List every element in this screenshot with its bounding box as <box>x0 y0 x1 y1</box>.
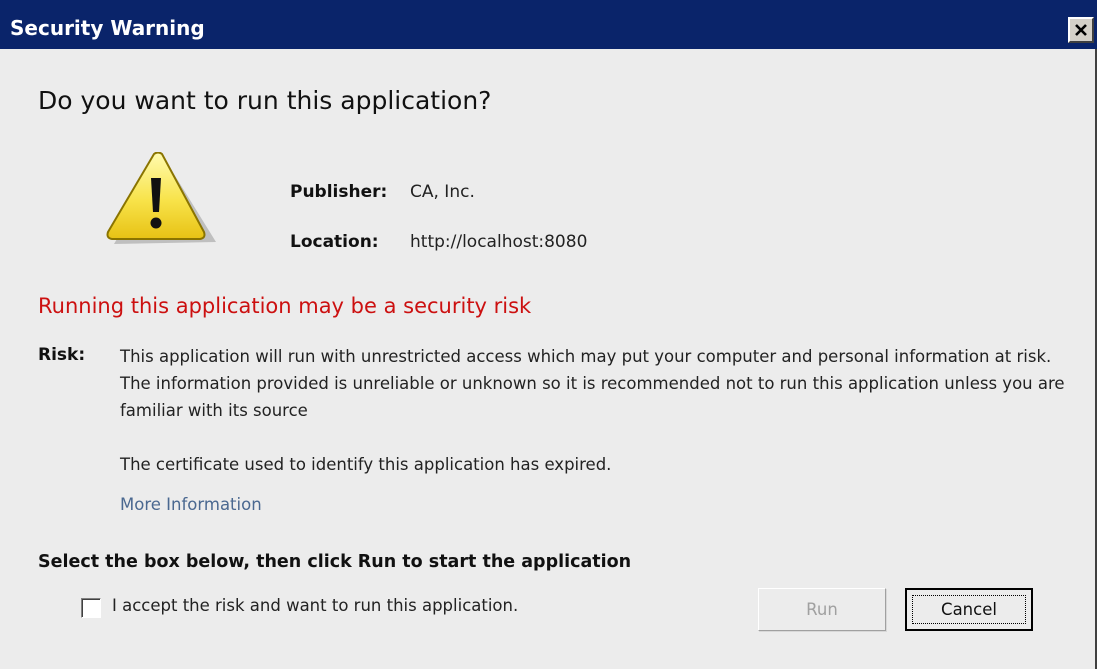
focus-rectangle <box>912 595 1026 624</box>
risk-description: This application will run with unrestric… <box>120 347 1065 420</box>
security-warning-dialog: Security Warning Do you want to run this… <box>0 0 1097 669</box>
dialog-heading: Do you want to run this application? <box>38 86 492 115</box>
instruction-text: Select the box below, then click Run to … <box>38 552 632 572</box>
run-button-label: Run <box>806 600 838 619</box>
run-button[interactable]: Run <box>758 588 886 631</box>
certificate-expired-text: The certificate used to identify this ap… <box>120 455 612 474</box>
publisher-label: Publisher: <box>290 182 388 202</box>
location-label: Location: <box>290 232 379 252</box>
warning-triangle-icon <box>106 152 216 244</box>
close-button[interactable] <box>1068 17 1094 43</box>
accept-risk-label[interactable]: I accept the risk and want to run this a… <box>112 597 518 615</box>
close-icon <box>1075 24 1087 36</box>
risk-heading: Running this application may be a securi… <box>38 294 532 318</box>
title-bar[interactable]: Security Warning <box>0 0 1097 49</box>
risk-label: Risk: <box>38 345 86 365</box>
window-title: Security Warning <box>10 16 205 40</box>
publisher-value: CA, Inc. <box>410 182 475 202</box>
cancel-button[interactable]: Cancel <box>905 588 1033 631</box>
location-value: http://localhost:8080 <box>410 232 588 252</box>
more-information-link[interactable]: More Information <box>120 496 262 514</box>
accept-risk-checkbox[interactable] <box>81 598 101 618</box>
